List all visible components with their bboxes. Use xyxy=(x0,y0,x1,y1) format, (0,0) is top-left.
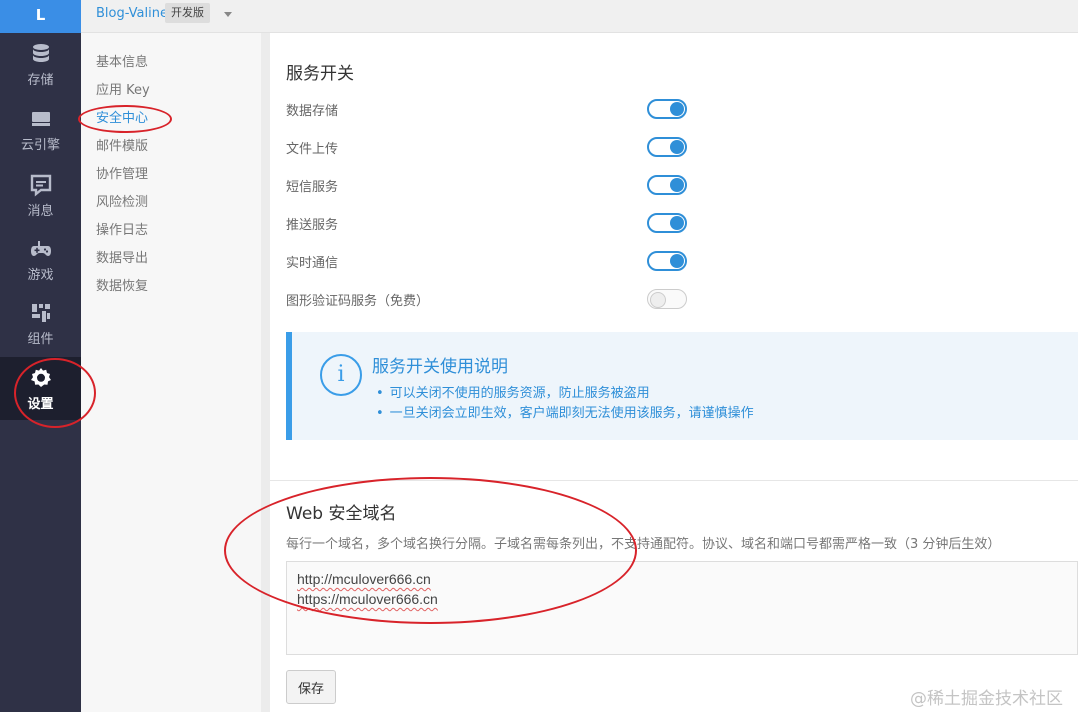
web-domains-description: 每行一个域名，多个域名换行分隔。子域名需每条列出，不支持通配符。协议、域名和端口… xyxy=(286,537,1001,552)
app-rail: L 存储 云引擎 消息 游戏 组件 设置 xyxy=(0,0,81,712)
service-label: 数据存储 xyxy=(286,104,339,119)
subnav-item-app-key[interactable]: 应用 Key xyxy=(96,81,150,101)
message-icon xyxy=(30,174,51,197)
components-icon xyxy=(31,304,50,322)
section-divider xyxy=(270,480,1078,481)
subnav-item-operation-log[interactable]: 操作日志 xyxy=(96,221,148,241)
rail-item-settings[interactable]: 设置 xyxy=(0,357,81,420)
subnav-item-security-center[interactable]: 安全中心 xyxy=(96,109,148,129)
service-label: 实时通信 xyxy=(286,256,339,271)
chevron-down-icon[interactable] xyxy=(224,12,232,17)
info-icon: i xyxy=(320,354,362,396)
rail-item-label: 组件 xyxy=(27,332,54,347)
subnav-item-basic-info[interactable]: 基本信息 xyxy=(96,53,148,73)
service-label: 推送服务 xyxy=(286,218,339,233)
rail-item-label: 消息 xyxy=(27,204,54,219)
web-domains-title: Web 安全域名 xyxy=(286,504,397,524)
database-icon xyxy=(32,44,49,62)
info-box: i 服务开关使用说明 可以关闭不使用的服务资源，防止服务被盗用 一旦关闭会立即生… xyxy=(286,332,1078,440)
subnav-item-data-export[interactable]: 数据导出 xyxy=(96,249,148,269)
app-logo[interactable]: L xyxy=(0,0,81,33)
rail-item-components[interactable]: 组件 xyxy=(0,292,81,355)
rail-item-label: 设置 xyxy=(27,397,54,412)
rail-item-label: 云引擎 xyxy=(20,138,60,153)
rail-item-messages[interactable]: 消息 xyxy=(0,164,81,227)
rail-item-games[interactable]: 游戏 xyxy=(0,228,81,291)
app-switcher[interactable]: Blog-Valine xyxy=(96,6,168,21)
gear-icon xyxy=(30,368,51,387)
toggle-sms-service[interactable] xyxy=(647,175,687,195)
watermark: @稀土掘金技术社区 xyxy=(910,689,1063,709)
rail-item-label: 游戏 xyxy=(27,268,54,283)
gamepad-icon xyxy=(30,241,51,256)
toggle-push-service[interactable] xyxy=(647,213,687,233)
subnav-item-email-templates[interactable]: 邮件模版 xyxy=(96,137,148,157)
toggle-captcha-service[interactable] xyxy=(647,289,687,309)
subnav-item-risk-detection[interactable]: 风险检测 xyxy=(96,193,148,213)
panel-separator xyxy=(261,33,270,712)
top-bar: Blog-Valine 开发版 xyxy=(81,0,1078,33)
env-badge: 开发版 xyxy=(165,3,210,23)
subnav-item-data-restore[interactable]: 数据恢复 xyxy=(96,277,148,297)
rail-item-cloud-engine[interactable]: 云引擎 xyxy=(0,98,81,161)
main-panel: 服务开关 数据存储 文件上传 短信服务 推送服务 实时通信 图形验证码服务（免费… xyxy=(270,33,1078,712)
info-title: 服务开关使用说明 xyxy=(372,357,508,377)
subnav-item-collaboration[interactable]: 协作管理 xyxy=(96,165,148,185)
toggle-realtime-messaging[interactable] xyxy=(647,251,687,271)
services-title: 服务开关 xyxy=(286,64,354,84)
info-line: 可以关闭不使用的服务资源，防止服务被盗用 xyxy=(376,382,650,401)
server-icon xyxy=(31,112,50,126)
service-label: 短信服务 xyxy=(286,180,339,195)
toggle-file-upload[interactable] xyxy=(647,137,687,157)
toggle-data-storage[interactable] xyxy=(647,99,687,119)
rail-item-storage[interactable]: 存储 xyxy=(0,33,81,96)
service-label: 文件上传 xyxy=(286,142,339,157)
domains-textarea[interactable]: http://mculover666.cn https://mculover66… xyxy=(286,561,1078,655)
save-button[interactable]: 保存 xyxy=(286,670,336,704)
domain-line: http://mculover666.cn xyxy=(297,571,431,587)
info-line: 一旦关闭会立即生效，客户端即刻无法使用该服务，请谨慎操作 xyxy=(376,402,754,421)
settings-subnav: 基本信息 应用 Key 安全中心 邮件模版 协作管理 风险检测 操作日志 数据导… xyxy=(81,33,261,712)
service-label: 图形验证码服务（免费） xyxy=(286,294,430,309)
domain-line: https://mculover666.cn xyxy=(297,591,438,607)
rail-item-label: 存储 xyxy=(27,73,54,88)
